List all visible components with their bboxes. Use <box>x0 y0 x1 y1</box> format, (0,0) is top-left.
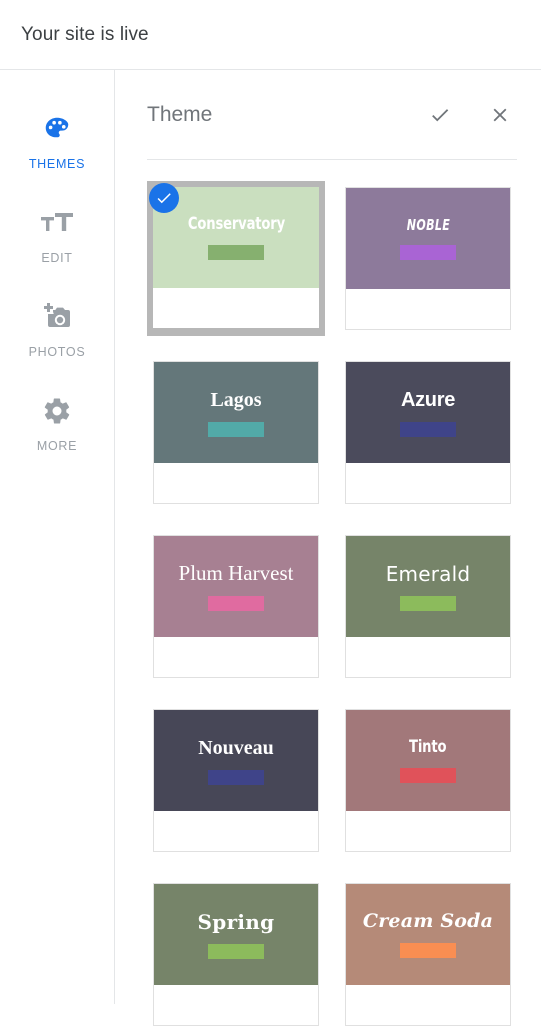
theme-name: NOBLE <box>406 216 450 235</box>
theme-card-lagos[interactable]: Lagos <box>147 355 325 510</box>
theme-preview-header: Emerald <box>346 536 510 637</box>
theme-preview-body <box>154 811 318 851</box>
text-format-icon <box>41 213 73 231</box>
theme-name: Nouveau <box>198 736 274 759</box>
theme-card-inner: Conservatory <box>153 187 319 328</box>
selected-check-badge <box>149 183 179 213</box>
theme-panel-header: Theme <box>115 70 541 159</box>
gear-icon-wrap <box>42 392 72 430</box>
palette-icon-wrap <box>42 110 72 148</box>
close-icon <box>493 108 507 121</box>
theme-card-inner: Nouveau <box>153 709 319 852</box>
check-icon <box>432 108 449 121</box>
theme-name: Lagos <box>210 388 262 411</box>
theme-card-inner: NOBLE <box>345 187 511 330</box>
theme-accent-swatch <box>400 421 456 437</box>
theme-preview-body <box>154 985 318 1025</box>
left-nav-rail: THEMES EDIT PHOTOS MORE <box>0 70 115 1004</box>
theme-preview-header: Nouveau <box>154 710 318 811</box>
theme-preview-body <box>346 985 510 1025</box>
theme-name: Plum Harvest <box>178 560 294 585</box>
main-shell: THEMES EDIT PHOTOS MORE Theme Conservatory N… <box>0 70 541 1026</box>
theme-preview-body <box>346 463 510 503</box>
theme-accent-swatch <box>400 942 456 958</box>
theme-preview-header: Lagos <box>154 362 318 463</box>
sidebar-item-label: PHOTOS <box>28 345 86 359</box>
theme-preview-body <box>346 811 510 851</box>
sidebar-item-themes[interactable]: THEMES <box>0 98 114 192</box>
theme-name: Cream Soda <box>362 910 494 933</box>
theme-accent-swatch <box>208 596 264 612</box>
sidebar-item-photos[interactable]: PHOTOS <box>0 286 114 380</box>
sidebar-item-edit[interactable]: EDIT <box>0 192 114 286</box>
theme-card-cream-soda[interactable]: Cream Soda <box>339 877 517 1032</box>
close-button[interactable] <box>483 98 517 132</box>
theme-card-inner: Azure <box>345 361 511 504</box>
theme-card-inner: Tinto <box>345 709 511 852</box>
theme-card-spring[interactable]: Spring <box>147 877 325 1032</box>
theme-preview-body <box>154 463 318 503</box>
check-icon <box>157 193 171 204</box>
theme-name: Emerald <box>385 561 471 586</box>
theme-accent-swatch <box>400 595 456 611</box>
theme-preview-header: Cream Soda <box>346 884 510 985</box>
theme-preview-header: Tinto <box>346 710 510 811</box>
theme-accent-swatch <box>208 769 264 785</box>
theme-card-tinto[interactable]: Tinto <box>339 703 517 858</box>
theme-card-nouveau[interactable]: Nouveau <box>147 703 325 858</box>
sidebar-item-label: EDIT <box>41 251 73 265</box>
theme-card-inner: Emerald <box>345 535 511 678</box>
theme-name: Tinto <box>409 737 447 758</box>
theme-card-plum-harvest[interactable]: Plum Harvest <box>147 529 325 684</box>
theme-preview-header: Plum Harvest <box>154 536 318 637</box>
add-photo-icon <box>44 303 70 327</box>
theme-card-inner: Cream Soda <box>345 883 511 1026</box>
theme-name: Conservatory <box>187 214 285 235</box>
theme-preview-header: Azure <box>346 362 510 463</box>
theme-preview-body <box>153 288 319 328</box>
theme-accent-swatch <box>208 244 264 260</box>
theme-grid: Conservatory NOBLE Lagos Azure Plum Harvest E… <box>115 160 541 1032</box>
theme-card-emerald[interactable]: Emerald <box>339 529 517 684</box>
theme-preview-body <box>346 289 510 329</box>
theme-card-inner: Lagos <box>153 361 319 504</box>
theme-name: Spring <box>197 909 275 934</box>
add-photo-icon-wrap <box>41 298 73 336</box>
theme-card-inner: Plum Harvest <box>153 535 319 678</box>
text-format-icon-wrap <box>40 204 74 242</box>
theme-preview-body <box>154 637 318 677</box>
theme-card-azure[interactable]: Azure <box>339 355 517 510</box>
sidebar-item-more[interactable]: MORE <box>0 380 114 474</box>
theme-name: Azure <box>400 388 456 411</box>
page-title: Theme <box>147 102 213 126</box>
palette-icon <box>45 117 69 138</box>
theme-accent-swatch <box>208 421 264 437</box>
theme-card-noble[interactable]: NOBLE <box>339 181 517 336</box>
theme-accent-swatch <box>400 244 456 260</box>
site-live-status-text: Your site is live <box>21 23 149 45</box>
theme-card-conservatory[interactable]: Conservatory <box>147 181 325 336</box>
confirm-button[interactable] <box>423 98 457 132</box>
sidebar-item-label: THEMES <box>28 157 86 171</box>
theme-preview-header: Spring <box>154 884 318 985</box>
theme-accent-swatch <box>208 943 264 959</box>
gear-icon <box>44 398 70 424</box>
top-status-bar: Your site is live <box>0 0 541 70</box>
sidebar-item-label: MORE <box>36 439 78 453</box>
theme-preview-header: NOBLE <box>346 188 510 289</box>
theme-card-inner: Spring <box>153 883 319 1026</box>
theme-preview-body <box>346 637 510 677</box>
theme-panel: Theme Conservatory NOBLE Lagos Azure Plum Ha… <box>115 70 541 1026</box>
theme-accent-swatch <box>400 767 456 783</box>
